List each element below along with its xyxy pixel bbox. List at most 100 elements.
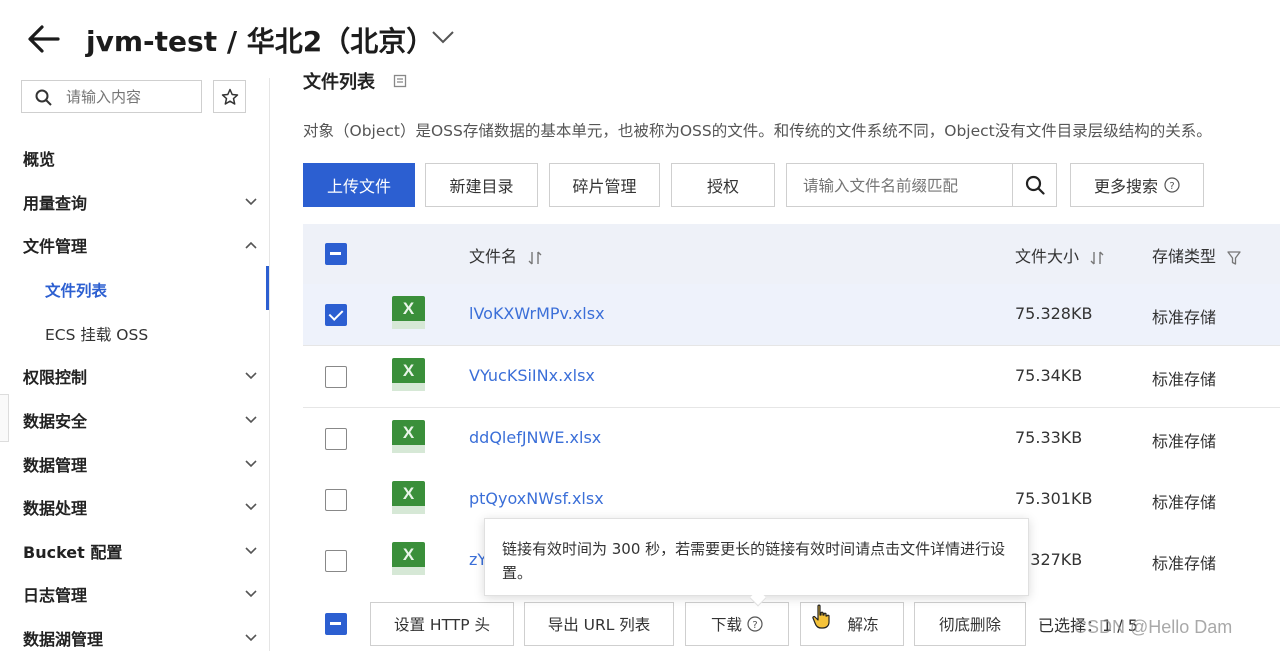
page-title: jvm-test / 华北2（北京） [86,25,435,58]
permanent-delete-button[interactable]: 彻底删除 [914,602,1026,646]
storage-type: 标准存储 [1152,308,1217,327]
file-size: 75.33KB [1015,428,1083,447]
table-row[interactable]: X VYucKSiINx.xlsx 75.34KB 标准存储 [303,346,1280,408]
sidebar-item-label: Bucket 配置 [23,543,123,562]
upload-file-button[interactable]: 上传文件 [303,163,415,207]
column-header-label: 存储类型 [1152,247,1217,266]
authorize-button[interactable]: 授权 [671,163,775,207]
column-header-type[interactable]: 存储类型 [1152,243,1241,267]
column-header-size[interactable]: 文件大小 [1015,243,1104,267]
row-checkbox[interactable] [325,489,347,511]
download-label: 下载 [710,616,742,634]
row-checkbox[interactable] [325,366,347,388]
sidebar-item-file-list[interactable]: 文件列表 [45,279,107,301]
sidebar-item-label: 概览 [23,150,56,169]
chevron-down-icon [245,503,257,511]
sidebar-item-data-lake[interactable]: 数据湖管理 [23,623,258,653]
file-search-box [786,163,1057,207]
export-url-list-button[interactable]: 导出 URL 列表 [524,602,674,646]
sidebar-item-data-security[interactable]: 数据安全 [23,405,258,435]
sidebar-item-label: 日志管理 [23,586,88,605]
section-title: 文件列表 [303,72,375,93]
column-header-label: 文件名 [469,247,518,266]
download-tooltip: 链接有效时间为 300 秒，若需要更长的链接有效时间请点击文件详情进行设置。 [484,518,1029,596]
sidebar: 概览 用量查询 文件管理 文件列表 ECS 挂载 OSS 权限控制 数据安全 数… [0,78,270,651]
chevron-down-icon [245,198,257,206]
sidebar-item-label: 权限控制 [23,368,88,387]
sidebar-item-label: 用量查询 [23,194,88,213]
sidebar-item-file-management[interactable]: 文件管理 [23,230,258,260]
storage-type: 标准存储 [1152,432,1217,451]
chevron-down-icon [245,547,257,555]
sidebar-item-data-processing[interactable]: 数据处理 [23,492,258,522]
set-http-header-button[interactable]: 设置 HTTP 头 [370,602,514,646]
download-button[interactable]: 下载 ? [685,602,789,646]
table-row[interactable]: X ddQlefJNWE.xlsx 75.33KB 标准存储 [303,408,1280,470]
chevron-down-icon [245,372,257,380]
sidebar-item-label: 数据安全 [23,412,88,431]
more-search-button[interactable]: 更多搜索 ? [1070,163,1204,207]
sidebar-item-data-management[interactable]: 数据管理 [23,449,258,479]
chevron-down-icon[interactable] [430,28,456,46]
page-header: jvm-test / 华北2（北京） [0,0,1280,78]
chevron-down-icon [245,416,257,424]
sidebar-item-access-control[interactable]: 权限控制 [23,361,258,391]
search-icon [35,89,52,106]
sidebar-item-usage[interactable]: 用量查询 [23,187,258,217]
storage-type: 标准存储 [1152,370,1217,389]
excel-file-icon: X [392,542,425,575]
sidebar-search-input[interactable] [66,86,196,108]
sidebar-collapse-handle[interactable] [0,394,9,442]
sidebar-item-overview[interactable]: 概览 [23,143,258,173]
storage-type: 标准存储 [1152,554,1217,573]
unfreeze-label: 解冻 [847,616,879,634]
row-checkbox[interactable] [325,304,347,326]
svg-text:?: ? [1169,181,1174,192]
star-icon [221,88,238,105]
help-circle-icon: ? [747,616,763,632]
select-all-checkbox-bottom[interactable] [325,613,347,635]
sidebar-item-bucket-config[interactable]: Bucket 配置 [23,536,258,566]
row-checkbox[interactable] [325,428,347,450]
chevron-down-icon [245,460,257,468]
file-name-link[interactable]: ddQlefJNWE.xlsx [469,428,601,447]
excel-file-icon: X [392,296,425,329]
sidebar-item-label: 文件管理 [23,237,88,256]
search-button[interactable] [1012,164,1056,206]
document-icon[interactable] [393,74,407,88]
hand-cursor-icon [812,604,830,629]
help-circle-icon: ? [1164,177,1180,193]
sidebar-item-label: 数据管理 [23,456,88,475]
column-header-name[interactable]: 文件名 [469,243,542,267]
svg-text:?: ? [752,620,757,631]
chevron-down-icon [245,590,257,598]
file-size: 75.34KB [1015,366,1083,385]
active-indicator [266,266,269,310]
sidebar-item-label: 数据处理 [23,499,88,518]
favorite-button[interactable] [213,80,246,113]
sidebar-item-ecs-mount[interactable]: ECS 挂载 OSS [45,323,148,345]
select-all-checkbox[interactable] [325,243,347,265]
file-name-link[interactable]: ptQyoxNWsf.xlsx [469,489,604,508]
sidebar-search[interactable] [21,80,202,113]
file-search-input[interactable] [803,174,1003,198]
sort-icon [528,251,542,264]
file-name-link[interactable]: lVoKXWrMPv.xlsx [469,304,605,323]
table-header: 文件名 文件大小 存储类型 [303,224,1280,284]
new-directory-button[interactable]: 新建目录 [425,163,538,207]
table-row[interactable]: X lVoKXWrMPv.xlsx 75.328KB 标准存储 [303,284,1280,346]
excel-file-icon: X [392,420,425,453]
fragment-management-button[interactable]: 碎片管理 [549,163,660,207]
file-name-link[interactable]: VYucKSiINx.xlsx [469,366,595,385]
excel-file-icon: X [392,481,425,514]
filter-icon [1227,250,1241,265]
sort-icon [1090,251,1104,264]
description-text: 对象（Object）是OSS存储数据的基本单元，也被称为OSS的文件。和传统的文… [303,122,1212,140]
storage-type: 标准存储 [1152,493,1217,512]
back-arrow-icon[interactable] [26,22,62,56]
row-checkbox[interactable] [325,550,347,572]
search-icon [1025,175,1045,195]
file-size: 75.301KB [1015,489,1093,508]
file-size: 75.328KB [1015,304,1093,323]
sidebar-item-log-management[interactable]: 日志管理 [23,579,258,609]
